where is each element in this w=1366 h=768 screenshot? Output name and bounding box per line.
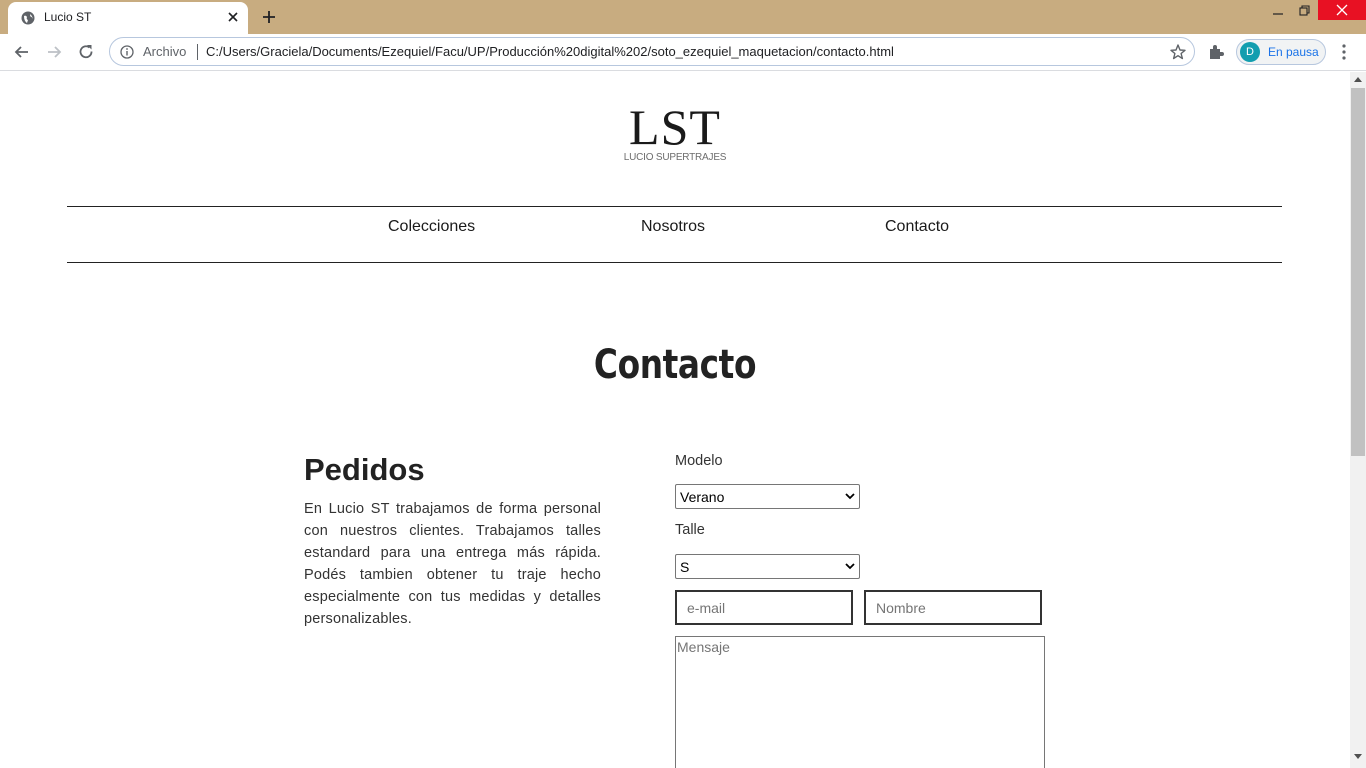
tab-title: Lucio ST <box>44 10 92 24</box>
info-icon[interactable] <box>120 45 134 59</box>
talle-label: Talle <box>675 522 705 538</box>
mensaje-placeholder: Mensaje <box>677 639 730 655</box>
nav-link-nosotros[interactable]: Nosotros <box>641 218 705 236</box>
page-scrollbar[interactable] <box>1350 72 1366 768</box>
chevron-down-icon <box>845 493 855 500</box>
talle-select[interactable]: S <box>675 554 860 579</box>
close-icon <box>1336 4 1348 16</box>
extensions-puzzle-icon[interactable] <box>1207 43 1225 61</box>
profile-status-label: En pausa <box>1268 45 1319 59</box>
avatar: D <box>1240 42 1260 62</box>
talle-selected-value: S <box>680 559 690 575</box>
mensaje-textarea[interactable]: Mensaje <box>675 636 1045 768</box>
tab-strip: Lucio ST <box>0 0 1366 34</box>
logo-tagline: LUCIO SUPERTRAJES <box>623 152 727 163</box>
modelo-label: Modelo <box>675 453 723 469</box>
nombre-field[interactable]: Nombre <box>864 590 1042 625</box>
site-logo[interactable]: LST LUCIO SUPERTRAJES <box>610 102 740 163</box>
scroll-down-arrow-icon[interactable] <box>1354 754 1362 760</box>
kebab-menu-icon[interactable] <box>1337 43 1351 61</box>
modelo-select[interactable]: Verano <box>675 484 860 509</box>
pedidos-heading: Pedidos <box>304 452 425 487</box>
scrollbar-thumb[interactable] <box>1351 88 1365 456</box>
reload-icon[interactable] <box>76 42 96 62</box>
profile-button[interactable]: D En pausa <box>1236 39 1326 65</box>
page-title: Contacto <box>593 342 757 388</box>
pedidos-description: En Lucio ST trabajamos de forma personal… <box>304 501 601 627</box>
chevron-down-icon <box>845 563 855 570</box>
nombre-placeholder: Nombre <box>876 600 926 616</box>
bookmark-star-icon[interactable] <box>1169 43 1187 61</box>
back-icon[interactable] <box>12 42 32 62</box>
new-tab-icon[interactable] <box>260 8 278 26</box>
email-field[interactable]: e-mail <box>675 590 853 625</box>
email-placeholder: e-mail <box>687 600 726 616</box>
restore-icon[interactable] <box>1294 2 1314 18</box>
forward-icon[interactable] <box>44 42 64 62</box>
url-text[interactable]: C:/Users/Graciela/Documents/Ezequiel/Fac… <box>206 44 894 59</box>
browser-toolbar: Archivo C:/Users/Graciela/Documents/Ezeq… <box>0 34 1366 71</box>
nav-link-contacto[interactable]: Contacto <box>885 218 949 236</box>
logo-mark: LST <box>629 99 721 155</box>
main-nav: Colecciones Nosotros Contacto <box>67 206 1282 263</box>
scroll-up-arrow-icon[interactable] <box>1354 76 1362 82</box>
modelo-selected-value: Verano <box>680 489 725 505</box>
globe-icon <box>21 11 35 25</box>
minimize-icon[interactable] <box>1268 4 1288 18</box>
close-tab-icon[interactable] <box>225 9 241 25</box>
address-bar[interactable]: Archivo C:/Users/Graciela/Documents/Ezeq… <box>109 37 1195 66</box>
file-scheme-chip[interactable]: Archivo <box>143 44 186 59</box>
page-viewport: LST LUCIO SUPERTRAJES Colecciones Nosotr… <box>0 72 1350 768</box>
nav-link-colecciones[interactable]: Colecciones <box>388 218 475 236</box>
window-close-button[interactable] <box>1318 0 1366 20</box>
browser-tab[interactable]: Lucio ST <box>8 2 248 34</box>
omnibox-divider <box>197 44 198 60</box>
